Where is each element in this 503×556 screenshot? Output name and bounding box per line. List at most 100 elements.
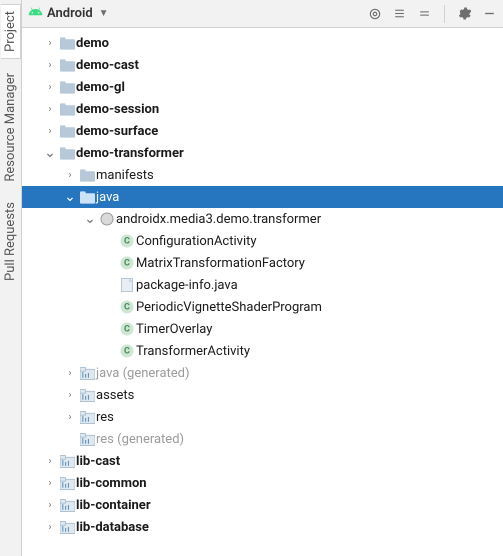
tree-item-label: res (generated) [96,432,184,447]
view-selector[interactable]: Android ▼ [28,4,363,23]
collapse-all-icon[interactable] [417,6,432,21]
tree-row[interactable]: › lib-container [22,494,503,516]
tree-item-label: java [96,190,119,205]
tree-row[interactable]: ›demo-cast [22,54,503,76]
tree-item-label: manifests [96,168,154,183]
tree-item-label: ConfigurationActivity [136,234,257,249]
tree-row[interactable]: ⌄ demo-transformer [22,142,503,164]
svg-text:C: C [124,237,130,247]
tool-window-strip: Project Resource Manager Pull Requests [0,0,22,556]
side-tab-label: Project [3,11,18,52]
module-icon [78,367,96,380]
tree-item-label: lib-container [76,498,151,513]
chevron-right-icon[interactable]: › [42,38,58,49]
side-tab-label: Resource Manager [3,73,18,182]
tree-item-label: MatrixTransformationFactory [136,256,305,271]
chevron-right-icon[interactable]: › [42,478,58,489]
tree-item-label: demo [76,36,109,51]
module-icon [58,521,76,534]
tree-row[interactable]: ›CMatrixTransformationFactory [22,252,503,274]
target-icon[interactable] [367,6,382,21]
tree-item-label: assets [96,388,134,403]
side-tab-pull-requests[interactable]: Pull Requests [1,196,20,287]
tree-item-label: TransformerActivity [136,344,250,359]
module-icon [78,389,96,402]
chevron-right-icon[interactable]: › [42,126,58,137]
chevron-right-icon[interactable]: › [42,456,58,467]
chevron-right-icon[interactable]: › [62,412,78,423]
tree-row[interactable]: ›java (generated) [22,362,503,384]
class-icon: C [118,234,136,248]
side-tab-project[interactable]: Project [1,4,21,59]
project-panel: Android ▼ ›demo›demo-cast›demo-gl›demo-s… [22,0,503,556]
tree-row[interactable]: › lib-database [22,516,503,538]
folder-icon [58,125,76,138]
folder-icon [58,37,76,50]
chevron-down-icon[interactable]: ⌄ [42,145,58,161]
tree-row[interactable]: ›CPeriodicVignetteShaderProgram [22,296,503,318]
tree-item-label: lib-common [76,476,147,491]
android-icon [28,4,43,23]
tree-item-label: TimerOverlay [136,322,212,337]
class-icon: C [118,300,136,314]
expand-all-icon[interactable] [392,6,407,21]
chevron-right-icon[interactable]: › [42,522,58,533]
tree-row[interactable]: ›res [22,406,503,428]
view-title: Android [47,6,93,21]
chevron-right-icon[interactable]: › [62,390,78,401]
folder-icon [58,103,76,116]
header-actions [367,5,497,23]
panel-header: Android ▼ [22,0,503,28]
svg-text:C: C [124,325,130,335]
tree-row[interactable]: ⌄ androidx.media3.demo.transformer [22,208,503,230]
chevron-right-icon[interactable]: › [62,368,78,379]
folder-icon [58,147,76,160]
tree-row[interactable]: ›demo-surface [22,120,503,142]
chevron-right-icon[interactable]: › [42,82,58,93]
svg-text:C: C [124,347,130,357]
tree-row[interactable]: ›CConfigurationActivity [22,230,503,252]
tree-row[interactable]: › demo-session [22,98,503,120]
hide-icon[interactable] [482,6,497,21]
separator [444,5,445,23]
pkg-icon [98,212,116,226]
chevron-right-icon[interactable]: › [42,60,58,71]
tree-item-label: PeriodicVignetteShaderProgram [136,300,322,315]
chevron-right-icon[interactable]: › [62,170,78,181]
tree-item-label: lib-cast [76,454,120,469]
tree-row[interactable]: ⌄ java [22,186,503,208]
tree-row[interactable]: › demo [22,32,503,54]
tree-row[interactable]: › assets [22,384,503,406]
class-icon: C [118,344,136,358]
tree-item-label: demo-transformer [76,146,184,161]
folder-icon [58,59,76,72]
class-icon: C [118,322,136,336]
tree-row[interactable]: › manifests [22,164,503,186]
src-icon [78,191,96,204]
tree-row[interactable]: ›CTransformerActivity [22,340,503,362]
tree-row[interactable]: ›package-info.java [22,274,503,296]
chevron-right-icon[interactable]: › [42,500,58,511]
module-icon [78,411,96,424]
gear-icon[interactable] [457,6,472,21]
folder-icon [78,169,96,182]
project-tree[interactable]: ›demo›demo-cast›demo-gl›demo-session›dem… [22,28,503,556]
tree-item-label: demo-session [76,102,159,117]
chevron-right-icon[interactable]: › [42,104,58,115]
tree-row[interactable]: ›res (generated) [22,428,503,450]
tree-item-label: lib-database [76,520,149,535]
chevron-down-icon[interactable]: ⌄ [82,211,98,227]
module-icon [58,455,76,468]
chevron-down-icon[interactable]: ⌄ [62,189,78,205]
tree-row[interactable]: › lib-common [22,472,503,494]
class-icon: C [118,256,136,270]
file-icon [118,278,136,292]
svg-text:C: C [124,303,130,313]
tree-row[interactable]: ›CTimerOverlay [22,318,503,340]
tree-item-label: androidx.media3.demo.transformer [116,212,321,227]
tree-row[interactable]: ›demo-gl [22,76,503,98]
folder-icon [58,81,76,94]
module-icon [58,499,76,512]
tree-row[interactable]: › lib-cast [22,450,503,472]
side-tab-resource-manager[interactable]: Resource Manager [1,67,20,188]
